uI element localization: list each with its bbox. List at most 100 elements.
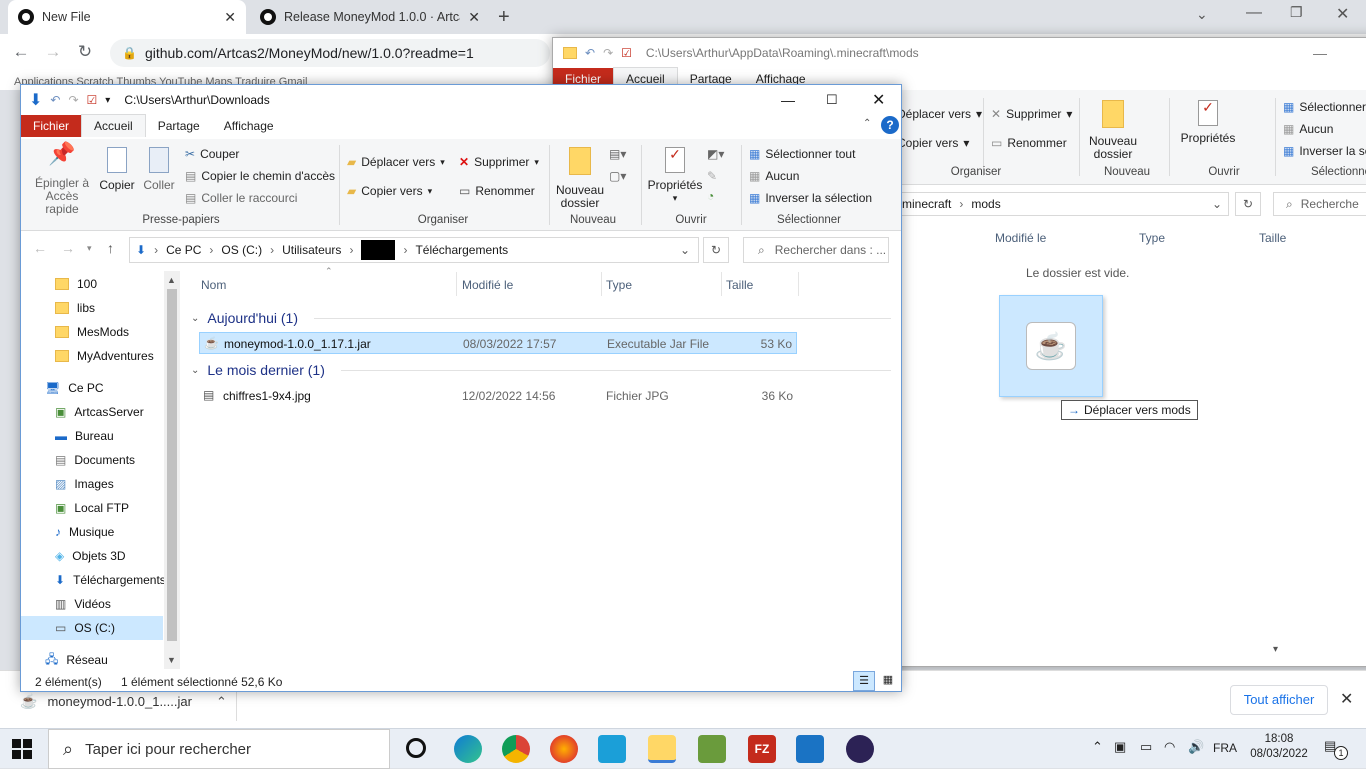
help-icon[interactable]: ?: [881, 116, 899, 134]
undo-icon[interactable]: ↶: [50, 93, 60, 107]
file-row[interactable]: ☕ moneymod-1.0.0_1.17.1.jar 08/03/2022 1…: [199, 332, 797, 354]
select-all-button[interactable]: ▦ Sélectionner: [1283, 100, 1366, 114]
chevron-up-icon[interactable]: ⌃: [1092, 739, 1103, 755]
chrome-icon[interactable]: [502, 735, 530, 763]
close-tab-icon[interactable]: ✕: [468, 9, 480, 26]
open-icon[interactable]: ◩▾: [707, 147, 724, 161]
select-all-button[interactable]: ▦ Sélectionner tout: [749, 147, 855, 161]
store-icon[interactable]: [796, 735, 824, 763]
close-button[interactable]: ✕: [872, 90, 885, 110]
maximize-button[interactable]: ☐: [826, 92, 838, 108]
nav-item-videos[interactable]: ▥ Vidéos: [55, 592, 111, 616]
search-box-mods[interactable]: ⌕ Recherche: [1273, 192, 1366, 216]
address-bar[interactable]: 🔒 github.com/Artcas2/MoneyMod/new/1.0.0?…: [110, 39, 550, 67]
minimize-browser-button[interactable]: —: [1246, 4, 1262, 22]
invert-selection-button[interactable]: ▦ Inverser la sélection: [749, 191, 872, 205]
network-icon[interactable]: ▣: [1114, 739, 1126, 755]
quick-access-dropdown-icon[interactable]: ▾: [105, 95, 110, 106]
delete-button[interactable]: ✕ Supprimer ▾: [459, 155, 539, 169]
restore-browser-button[interactable]: ❐: [1290, 4, 1303, 21]
large-icons-view-icon[interactable]: ▦: [877, 671, 899, 691]
select-none-button[interactable]: ▦ Aucun: [749, 169, 799, 183]
easy-access-icon[interactable]: ▢▾: [609, 169, 626, 183]
details-view-icon[interactable]: ☰: [853, 671, 875, 691]
new-item-icon[interactable]: ▤▾: [609, 147, 626, 161]
recent-locations-icon[interactable]: ▾: [87, 243, 92, 254]
column-modified[interactable]: Modifié le: [462, 278, 513, 292]
invert-selection-button[interactable]: ▦ Inverser la sé: [1283, 144, 1366, 158]
nav-item-bureau[interactable]: ▬ Bureau: [55, 424, 114, 448]
scroll-down-icon[interactable]: ▾: [1273, 644, 1278, 655]
column-modified[interactable]: Modifié le: [995, 231, 1046, 245]
nav-scrollbar[interactable]: ▲ ▼: [164, 271, 180, 669]
nav-item-os-c[interactable]: ▭ OS (C:): [21, 616, 163, 640]
nav-item-myadventures[interactable]: MyAdventures: [55, 344, 154, 368]
tab-accueil[interactable]: Accueil: [81, 114, 146, 137]
minecraft-icon[interactable]: [698, 735, 726, 763]
column-size[interactable]: Taille: [1259, 231, 1286, 245]
edge-icon[interactable]: [454, 735, 482, 763]
app-icon[interactable]: [598, 735, 626, 763]
history-icon[interactable]: ◔: [707, 189, 714, 203]
redo-icon[interactable]: ↷: [603, 46, 613, 60]
language-indicator[interactable]: FRA: [1213, 741, 1237, 755]
tab-affichage[interactable]: Affichage: [212, 115, 286, 137]
nav-item-local-ftp[interactable]: ▣ Local FTP: [55, 496, 129, 520]
copy-to-button[interactable]: Copier vers ▾: [897, 136, 969, 150]
rename-button[interactable]: ▭ Renommer: [991, 136, 1067, 150]
column-size[interactable]: Taille: [726, 278, 753, 292]
delete-button[interactable]: ✕ Supprimer ▾: [991, 107, 1072, 121]
tab-search-icon[interactable]: ⌄: [1196, 6, 1208, 23]
forward-icon[interactable]: →: [42, 41, 64, 63]
reload-icon[interactable]: ↻: [74, 41, 96, 63]
nav-item-libs[interactable]: libs: [55, 296, 95, 320]
filezilla-icon[interactable]: FZ: [748, 735, 776, 763]
copy-path-button[interactable]: ▤ Copier le chemin d'accès: [185, 169, 335, 183]
file-row[interactable]: ▤ chiffres1-9x4.jpg 12/02/2022 14:56 Fic…: [199, 385, 797, 407]
volume-icon[interactable]: 🔊: [1188, 739, 1204, 755]
properties-button[interactable]: ✓ Propriétés ▾: [645, 147, 705, 205]
refresh-icon[interactable]: ↻: [1235, 192, 1261, 216]
clock[interactable]: 18:08 08/03/2022: [1244, 732, 1314, 762]
browser-tab-release[interactable]: Release MoneyMod 1.0.0 · Artca ✕: [250, 0, 490, 34]
properties-button[interactable]: ✓ Propriétés: [1177, 100, 1239, 145]
nav-item-musique[interactable]: ♪ Musique: [55, 520, 114, 544]
cut-button[interactable]: ✂ Couper: [185, 147, 239, 161]
wifi-icon[interactable]: ◠: [1164, 739, 1175, 755]
move-to-button[interactable]: Déplacer vers ▾: [897, 107, 982, 121]
minimize-button[interactable]: —: [1313, 45, 1327, 61]
group-header-last-month[interactable]: ⌄ Le mois dernier (1): [191, 359, 891, 381]
back-icon[interactable]: ←: [10, 41, 32, 63]
scroll-up-icon[interactable]: ▲: [167, 275, 176, 285]
chevron-down-icon[interactable]: ⌄: [1212, 197, 1222, 211]
close-download-shelf-icon[interactable]: ✕: [1340, 689, 1353, 709]
pin-quick-access-button[interactable]: 📌 Épingler à Accès rapide: [29, 143, 95, 216]
browser-tab-new-file[interactable]: New File ✕: [8, 0, 246, 34]
minimize-button[interactable]: —: [781, 92, 795, 108]
new-tab-button[interactable]: +: [498, 6, 510, 29]
notifications-icon[interactable]: ▤ 1: [1324, 738, 1348, 760]
undo-icon[interactable]: ↶: [585, 46, 595, 60]
nav-item-ce-pc[interactable]: 🖥 Ce PC: [45, 376, 104, 400]
breadcrumb-item[interactable]: Téléchargements: [415, 243, 508, 257]
nav-item-artcasserver[interactable]: ▣ ArtcasServer: [55, 400, 144, 424]
task-view-icon[interactable]: [406, 738, 426, 758]
battery-icon[interactable]: ▭: [1140, 739, 1152, 755]
breadcrumb-item[interactable]: Utilisateurs: [282, 243, 341, 257]
move-to-button[interactable]: ▰ Déplacer vers ▾: [347, 155, 445, 169]
show-all-downloads-button[interactable]: Tout afficher: [1230, 685, 1328, 715]
nav-item-telechargements[interactable]: ⬇ Téléchargements: [55, 568, 166, 592]
copy-button[interactable]: Copier: [97, 147, 137, 192]
nav-item-documents[interactable]: ▤ Documents: [55, 448, 135, 472]
address-bar-mods[interactable]: minecraft › mods ⌄: [897, 192, 1229, 216]
tab-fichier[interactable]: Fichier: [21, 115, 82, 137]
nav-item-images[interactable]: ▨ Images: [55, 472, 114, 496]
chevron-down-icon[interactable]: ⌄: [680, 243, 690, 257]
refresh-icon[interactable]: ↻: [703, 237, 729, 263]
taskbar-search-box[interactable]: ⌕ Taper ici pour rechercher: [48, 729, 390, 769]
column-type[interactable]: Type: [1139, 231, 1165, 245]
address-bar-downloads[interactable]: ⬇ › Ce PC › OS (C:) › Utilisateurs › › T…: [129, 237, 699, 263]
search-box-downloads[interactable]: ⌕ Rechercher dans : ...: [743, 237, 889, 263]
breadcrumb-item[interactable]: OS (C:): [221, 243, 262, 257]
up-icon[interactable]: ↑: [107, 240, 114, 256]
